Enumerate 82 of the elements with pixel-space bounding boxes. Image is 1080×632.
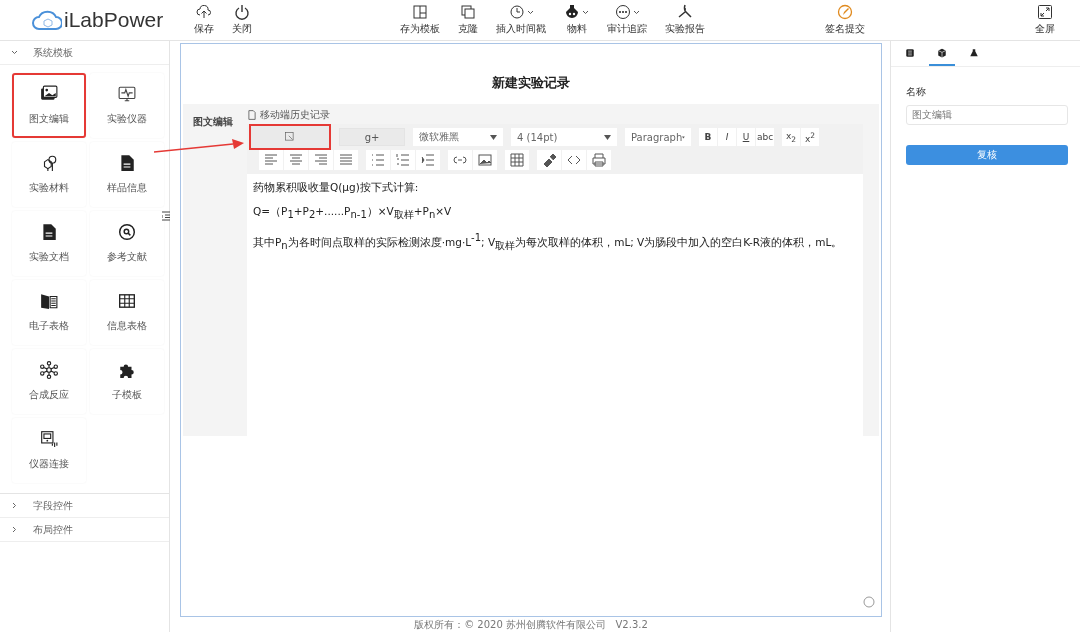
power-icon xyxy=(234,4,250,20)
toolbar-button[interactable]: 克隆 xyxy=(458,4,478,36)
spinner-icon xyxy=(863,596,875,608)
format-button[interactable]: x$^{2}$ xyxy=(801,128,819,146)
copyright-text: 版权所有：© 2020 苏州创腾软件有限公司 V2.3.2 xyxy=(413,618,649,632)
toolbar-button[interactable]: 物料 xyxy=(564,4,589,36)
block-label: 图文编辑 xyxy=(193,116,233,127)
toolbar-button[interactable]: 存为模板 xyxy=(400,4,440,36)
copy-icon xyxy=(460,4,476,20)
template-tile[interactable]: 样品信息 xyxy=(90,142,164,207)
template-tile[interactable]: 电子表格 xyxy=(12,280,86,345)
print-icon[interactable] xyxy=(587,150,611,170)
template-tile[interactable]: 仪器连接 xyxy=(12,418,86,483)
more-icon xyxy=(614,4,631,20)
image-icon[interactable] xyxy=(473,150,497,170)
template-tile[interactable]: 实验文档 xyxy=(12,211,86,276)
toolbar-button[interactable]: 保存 xyxy=(194,4,214,36)
align-left-icon[interactable] xyxy=(259,150,283,170)
template-tile[interactable]: 实验仪器 xyxy=(90,73,164,138)
format-button[interactable]: x$_{2}$ xyxy=(782,128,800,146)
table-icon xyxy=(118,292,136,310)
toolbar-button[interactable]: 实验报告 xyxy=(665,4,705,36)
network-icon xyxy=(40,361,58,379)
bulleted-list-icon[interactable] xyxy=(366,150,390,170)
layout-icon xyxy=(412,4,428,20)
spreadsheet-icon xyxy=(40,292,58,310)
format-button[interactable]: U xyxy=(737,128,755,146)
template-tile[interactable]: 参考文献 xyxy=(90,211,164,276)
file-icon xyxy=(247,110,257,120)
section-header[interactable]: 字段控件 xyxy=(0,494,169,518)
eraser-icon[interactable] xyxy=(537,150,561,170)
align-right-icon[interactable] xyxy=(309,150,333,170)
toolbar-button[interactable]: 关闭 xyxy=(232,4,252,36)
record-title: 新建实验记录 xyxy=(491,74,571,92)
template-tile[interactable]: 子模板 xyxy=(90,349,164,414)
indent-icon[interactable] xyxy=(416,150,440,170)
format-button[interactable]: I xyxy=(718,128,736,146)
device-icon xyxy=(40,430,58,448)
dropdown-select[interactable]: 4 (14pt) xyxy=(511,128,617,146)
list-icon xyxy=(905,47,915,58)
template-tile[interactable]: 图文编辑 xyxy=(12,73,86,138)
picture-icon xyxy=(40,85,58,103)
template-tile[interactable]: 合成反应 xyxy=(12,349,86,414)
sign-icon xyxy=(837,4,853,20)
toolbar-button[interactable]: 签名提交 xyxy=(825,4,865,36)
toolbar-button[interactable]: 审计追踪 xyxy=(607,4,647,36)
dropdown-select[interactable]: Paragraph xyxy=(625,128,691,146)
editor-button[interactable]: g+ xyxy=(339,128,405,146)
cloud-upload-icon xyxy=(196,4,212,20)
cursor-box-icon xyxy=(285,132,295,142)
table-icon[interactable] xyxy=(505,150,529,170)
name-label: 名称 xyxy=(906,85,927,99)
search-icon xyxy=(118,223,136,241)
clock-icon xyxy=(508,4,525,20)
cloud-logo-icon xyxy=(32,8,62,32)
name-field[interactable]: 图文编辑 xyxy=(906,105,1068,125)
history-link[interactable]: 移动端历史记录 xyxy=(247,106,330,124)
document-icon xyxy=(40,223,58,241)
template-tile[interactable]: 信息表格 xyxy=(90,280,164,345)
logo-text: iLabPower xyxy=(64,8,164,32)
section-header[interactable]: 布局控件 xyxy=(0,518,169,542)
link-icon[interactable] xyxy=(448,150,472,170)
flask-icon xyxy=(564,4,580,20)
format-button[interactable]: abc xyxy=(756,128,774,146)
code-icon[interactable] xyxy=(562,150,586,170)
list-handle-icon[interactable] xyxy=(162,211,170,221)
paragraph: 药物累积吸收量Q(μg)按下式计算: xyxy=(253,180,420,195)
numbered-list-icon[interactable] xyxy=(391,150,415,170)
dropdown-select[interactable]: 微软雅黑 xyxy=(413,128,503,146)
editor-button[interactable] xyxy=(249,124,331,150)
cube-icon xyxy=(937,47,947,58)
toolbar-button[interactable]: 插入时间戳 xyxy=(496,4,546,36)
section-header[interactable]: 系统模板 xyxy=(0,41,169,65)
format-button[interactable]: B xyxy=(699,128,717,146)
justify-icon[interactable] xyxy=(334,150,358,170)
template-tile[interactable]: 实验材料 xyxy=(12,142,86,207)
flask-icon xyxy=(969,47,979,58)
align-center-icon[interactable] xyxy=(284,150,308,170)
toolbar-button[interactable]: 全屏 xyxy=(1035,4,1055,36)
monitor-icon xyxy=(118,85,136,103)
document-icon xyxy=(118,154,136,172)
fullscreen-icon xyxy=(1037,4,1053,20)
